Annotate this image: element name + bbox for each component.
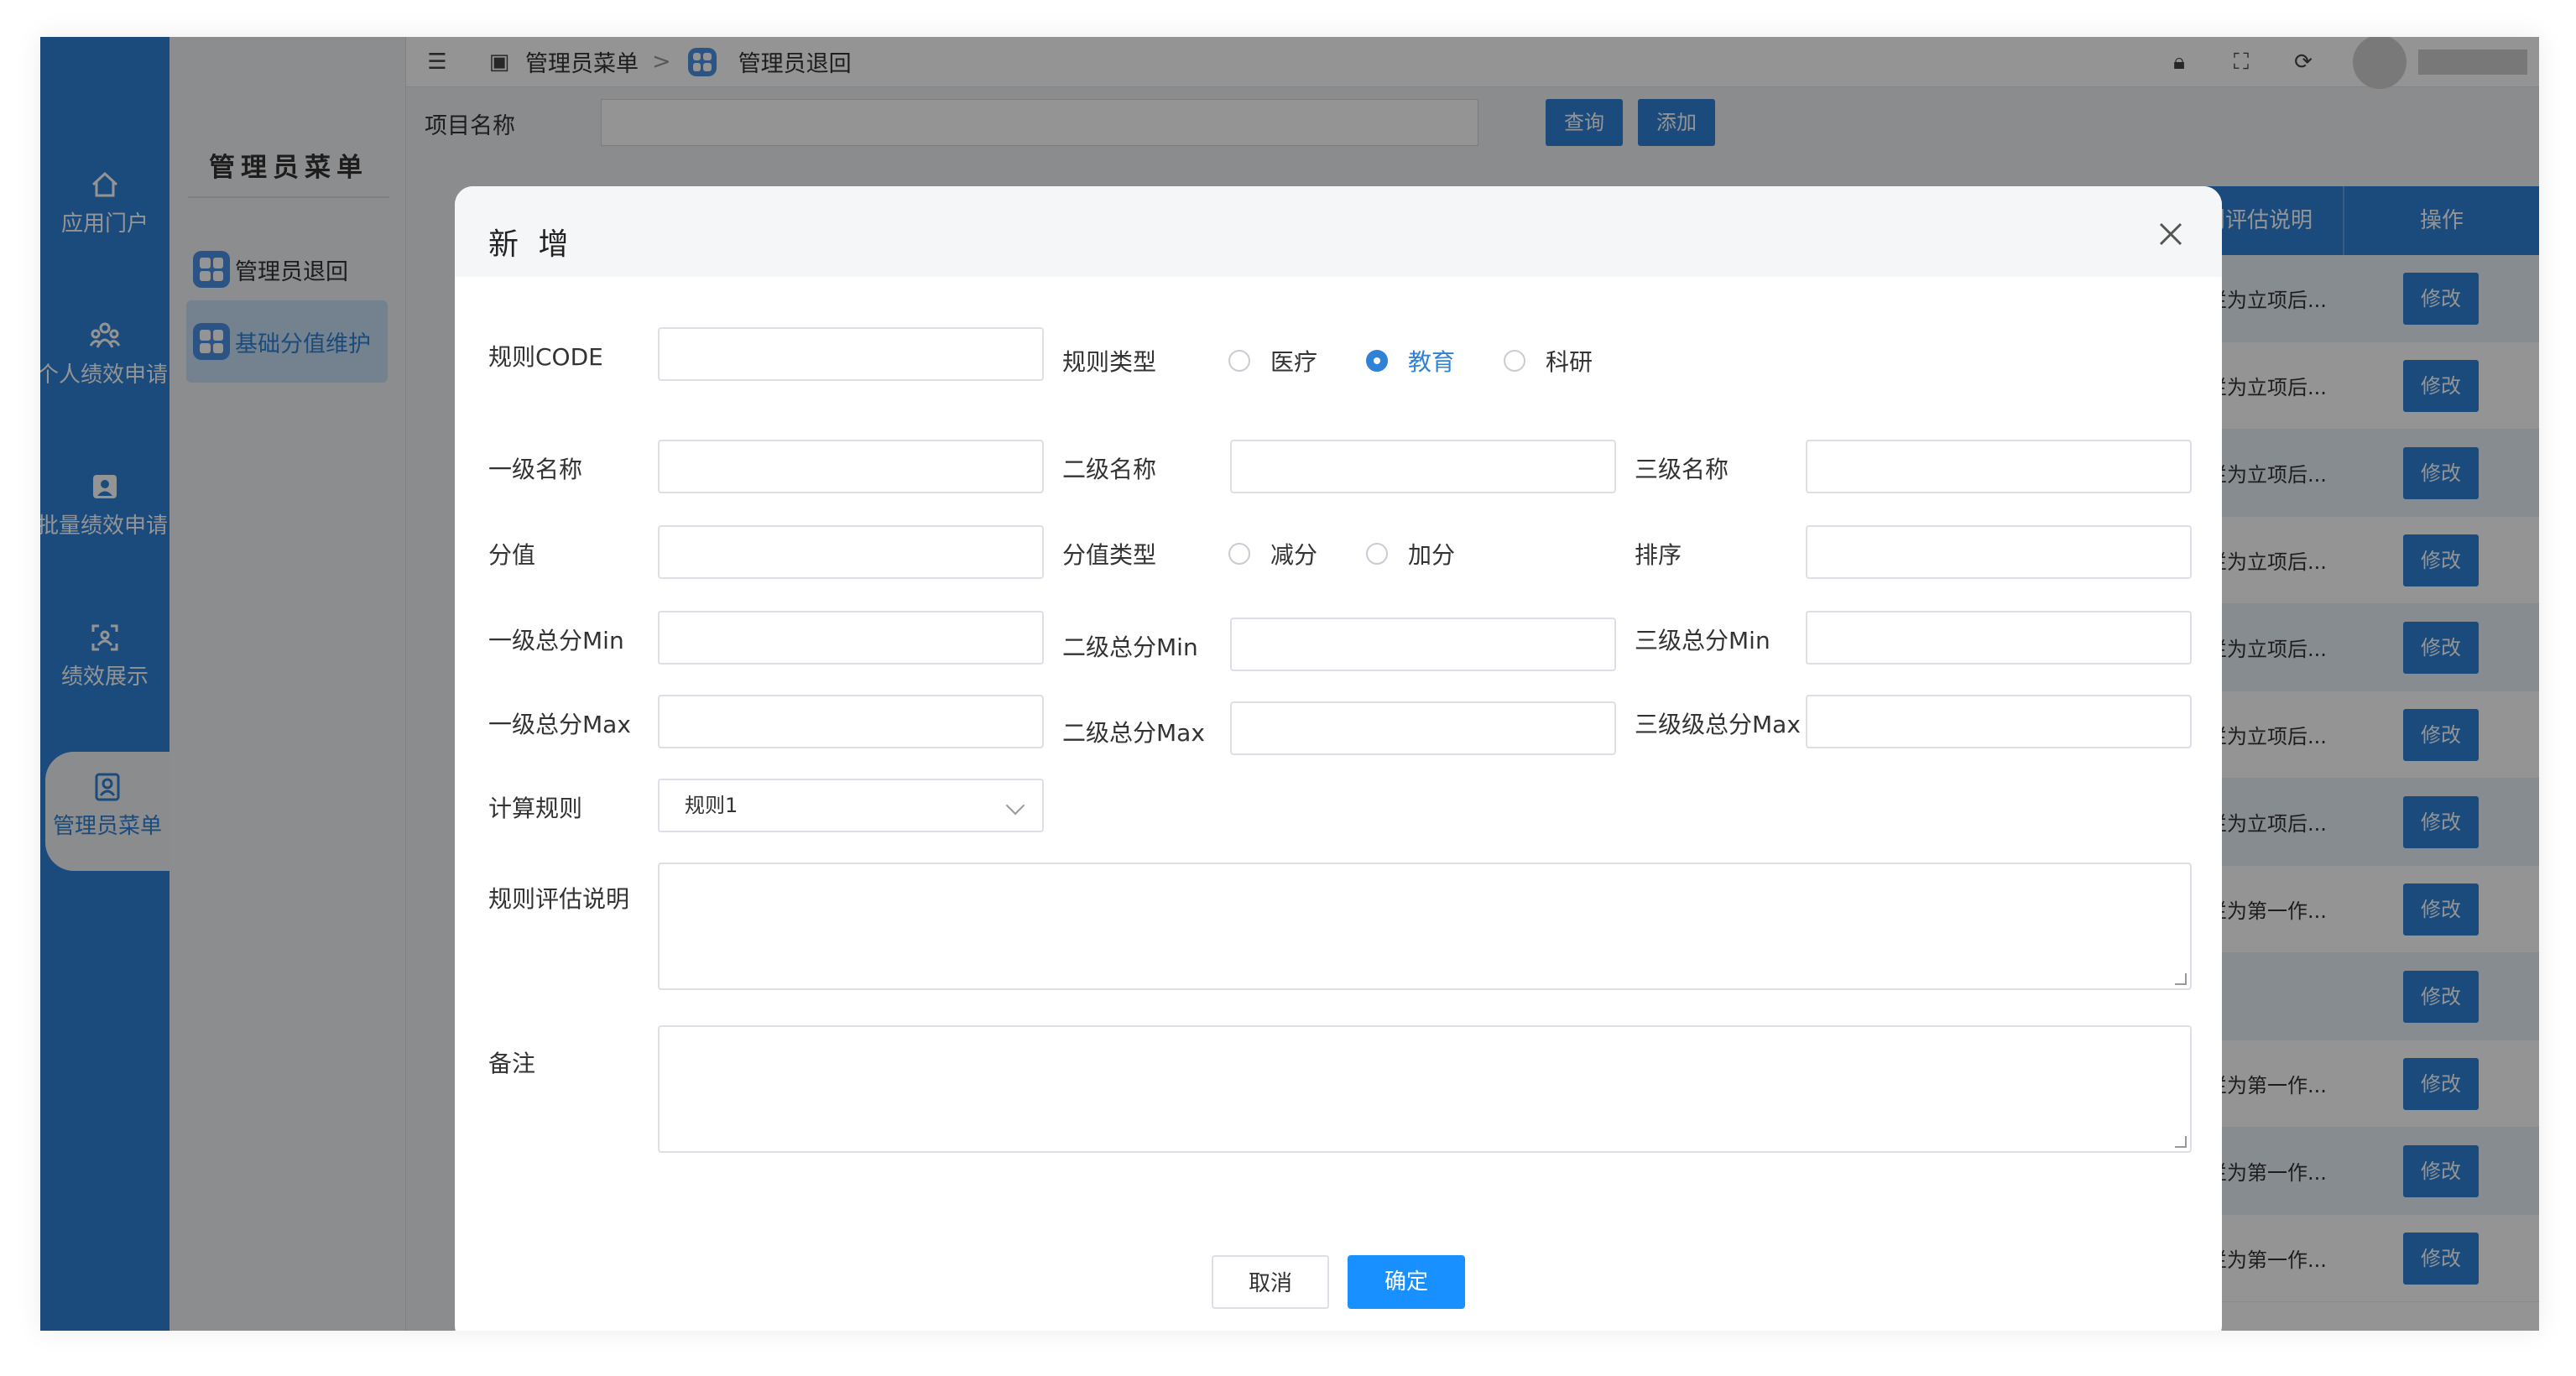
level1-max-label: 一级总分Max xyxy=(488,711,631,738)
cancel-button[interactable]: 取消 xyxy=(1212,1255,1329,1309)
calc-rule-select[interactable]: 规则1 xyxy=(658,779,1044,832)
level2-name-label: 二级名称 xyxy=(1062,456,1157,483)
level3-name-input[interactable] xyxy=(1806,440,2192,493)
radio-label: 教育 xyxy=(1408,348,1456,376)
calc-rule-label: 计算规则 xyxy=(488,795,583,822)
rule-desc-label: 规则评估说明 xyxy=(488,885,630,913)
level2-name-input[interactable] xyxy=(1230,440,1616,493)
rule-code-label: 规则CODE xyxy=(488,343,603,371)
score-type-label: 分值类型 xyxy=(1062,541,1157,569)
score-input[interactable] xyxy=(658,525,1044,579)
level3-name-label: 三级名称 xyxy=(1635,456,1729,483)
rule-code-input[interactable] xyxy=(658,327,1044,381)
level2-max-label: 二级总分Max xyxy=(1062,719,1205,747)
level1-min-input[interactable] xyxy=(658,611,1044,665)
rule-type-label: 规则类型 xyxy=(1062,348,1157,376)
score-type-radio-plus[interactable]: 加分 xyxy=(1366,537,1455,571)
level2-min-label: 二级总分Min xyxy=(1062,633,1198,661)
remark-textarea[interactable] xyxy=(658,1025,2192,1153)
level1-min-label: 一级总分Min xyxy=(488,627,624,654)
level1-name-label: 一级名称 xyxy=(488,456,583,483)
radio-label: 医疗 xyxy=(1270,348,1318,376)
sort-label: 排序 xyxy=(1635,541,1682,569)
level3-min-label: 三级总分Min xyxy=(1635,627,1770,654)
score-label: 分值 xyxy=(488,541,536,569)
score-type-radio-minus[interactable]: 减分 xyxy=(1228,537,1317,571)
close-icon[interactable] xyxy=(2156,220,2185,248)
calc-rule-value: 规则1 xyxy=(685,794,738,817)
sort-input[interactable] xyxy=(1806,525,2192,579)
app-window: 应用门户 个人绩效申请 批量绩效申请 绩效展示 管理员菜单 管理员菜单 管理员退… xyxy=(40,37,2539,1331)
rule-type-radio-education[interactable]: 教育 xyxy=(1366,344,1455,378)
level3-max-input[interactable] xyxy=(1806,695,2192,748)
level3-max-label: 三级级总分Max xyxy=(1635,711,1801,738)
dialog-title: 新 增 xyxy=(488,227,574,262)
confirm-button[interactable]: 确定 xyxy=(1348,1255,1465,1309)
level2-max-input[interactable] xyxy=(1230,701,1616,755)
level2-min-input[interactable] xyxy=(1230,618,1616,671)
radio-dot xyxy=(1366,350,1388,372)
radio-dot xyxy=(1228,350,1250,372)
level3-min-input[interactable] xyxy=(1806,611,2192,665)
rule-type-radio-medical[interactable]: 医疗 xyxy=(1228,344,1317,378)
dialog-header: 新 增 xyxy=(455,186,2222,277)
radio-dot xyxy=(1366,543,1388,565)
radio-label: 减分 xyxy=(1270,541,1318,569)
radio-dot xyxy=(1504,350,1525,372)
add-dialog: 新 增 规则CODE 规则类型 医疗 教育 科研 一级名称 二级名称 三级名称 … xyxy=(455,186,2222,1331)
radio-label: 科研 xyxy=(1546,348,1593,376)
remark-label: 备注 xyxy=(488,1050,536,1077)
radio-label: 加分 xyxy=(1408,541,1456,569)
level1-max-input[interactable] xyxy=(658,695,1044,748)
level1-name-input[interactable] xyxy=(658,440,1044,493)
rule-desc-textarea[interactable] xyxy=(658,863,2192,990)
chevron-down-icon xyxy=(1005,795,1025,816)
rule-type-radio-research[interactable]: 科研 xyxy=(1504,344,1593,378)
radio-dot xyxy=(1228,543,1250,565)
